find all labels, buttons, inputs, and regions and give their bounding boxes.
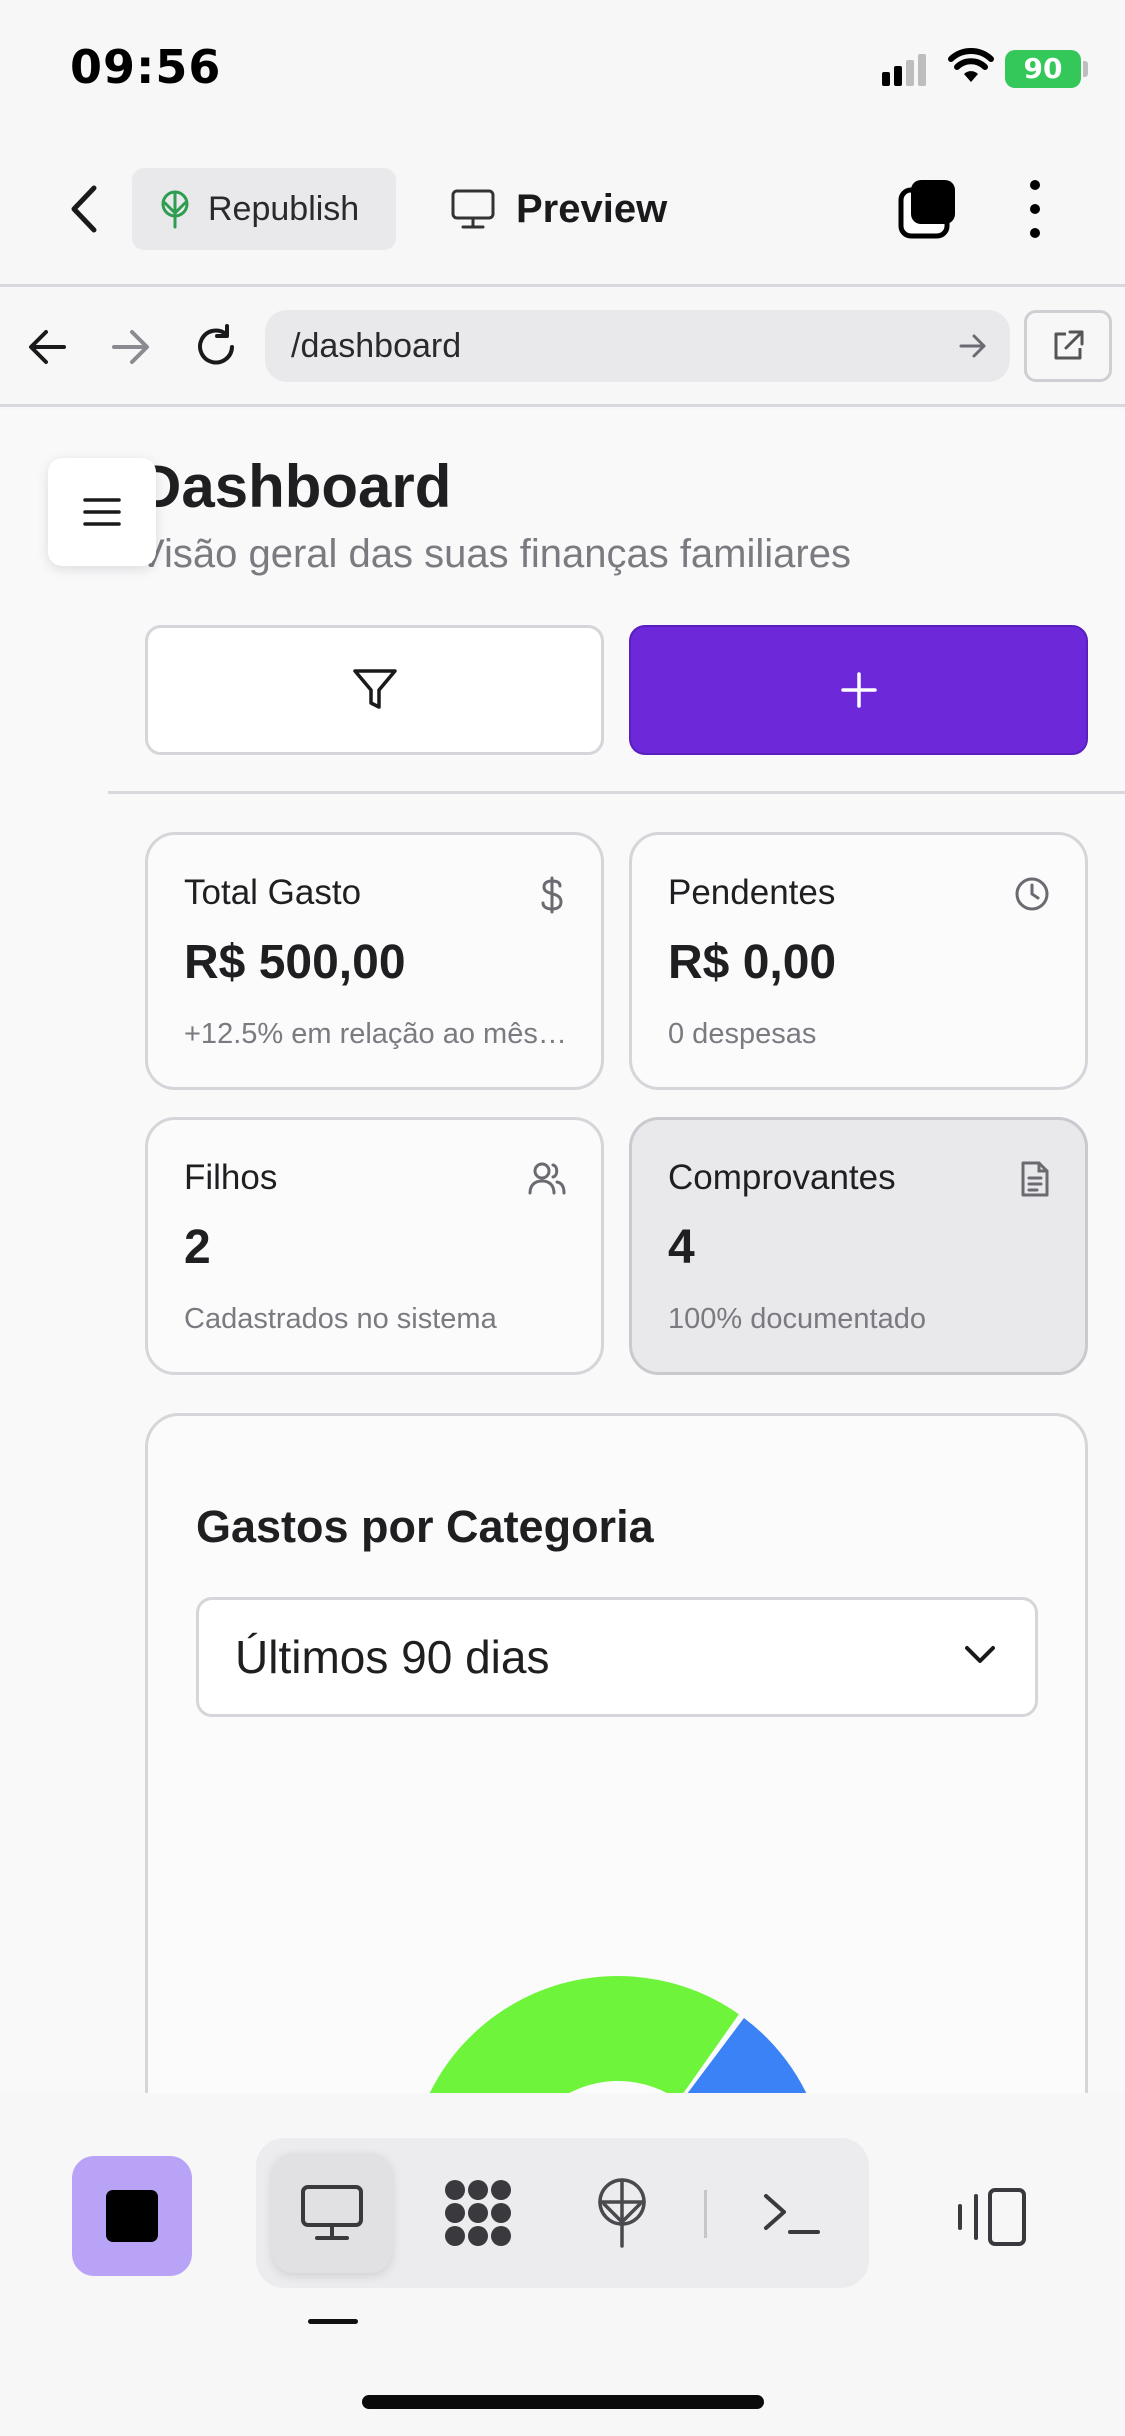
page-subtitle: Visão geral das suas finanças familiares [138,532,851,576]
republish-label: Republish [208,189,360,228]
stat-card-total-gasto[interactable]: Total Gasto R$ 500,00 +12.5% em relação … [145,832,604,1090]
terminal-icon [764,2194,820,2234]
stat-title: Pendentes [668,873,836,912]
battery-tip [1083,61,1088,77]
stat-description: Cadastrados no sistema [184,1303,497,1335]
users-icon [528,1162,566,1195]
flow-icon [445,2180,511,2246]
donut-slice[interactable] [408,1976,739,2093]
preview-tab[interactable]: Preview [450,168,667,250]
desktop-view-button[interactable] [272,2153,392,2273]
stat-value: R$ 0,00 [668,936,837,989]
console-view-button[interactable] [731,2153,851,2273]
stat-description: 100% documentado [668,1303,926,1335]
monitor-icon [301,2185,363,2240]
filter-button[interactable] [145,625,604,755]
battery-indicator: 90 [1005,50,1081,88]
monitor-icon [451,189,495,229]
tabs-switcher-icon[interactable] [896,177,960,241]
page-title: Dashboard [138,453,452,520]
url-bar[interactable]: /dashboard [265,310,1010,382]
add-button[interactable] [629,625,1088,755]
stat-value: 2 [184,1221,211,1274]
stop-icon [106,2190,158,2242]
flow-view-button[interactable] [418,2153,538,2273]
back-chevron-icon[interactable] [64,182,108,236]
url-text: /dashboard [291,326,462,365]
status-bar: 09:56 90 [0,0,1125,130]
status-time: 09:56 [70,40,222,94]
stat-card-comprovantes[interactable]: Comprovantes 4 100% documentado [629,1117,1088,1375]
more-options-icon[interactable] [1020,177,1050,241]
period-select[interactable]: Últimos 90 dias [196,1597,1038,1717]
cellular-signal-icon [882,54,926,86]
stat-title: Total Gasto [184,873,362,912]
section-divider [108,791,1125,794]
split-view-icon[interactable] [954,2186,1030,2248]
reload-icon[interactable] [192,323,240,371]
dollar-icon [541,876,563,914]
dock-view-switcher [256,2138,869,2288]
plus-icon [840,672,877,708]
hamburger-menu-button[interactable] [48,458,156,566]
stat-title: Filhos [184,1158,278,1197]
preview-label: Preview [516,186,668,231]
stop-button[interactable] [72,2156,192,2276]
browser-bar: /dashboard [0,287,1125,407]
chevron-down-icon [965,1646,995,1663]
deploy-icon [598,2178,646,2248]
stat-card-pendentes[interactable]: Pendentes R$ 0,00 0 despesas [629,832,1088,1090]
clock-icon [1015,877,1049,911]
chart-card: Gastos por Categoria Últimos 90 dias [145,1413,1088,2093]
stat-value: R$ 500,00 [184,936,406,989]
home-indicator [362,2395,764,2409]
active-dock-indicator [308,2319,358,2324]
republish-icon [161,190,189,229]
browser-forward-icon[interactable] [110,327,152,367]
external-link-icon [1054,330,1084,360]
stat-card-filhos[interactable]: Filhos 2 Cadastrados no sistema [145,1117,604,1375]
deploy-view-button[interactable] [562,2153,682,2273]
open-external-button[interactable] [1024,310,1112,382]
stat-description: 0 despesas [668,1018,817,1050]
go-arrow-icon[interactable] [958,332,988,360]
wifi-icon [948,48,994,82]
stat-value: 4 [668,1221,695,1274]
period-select-value: Últimos 90 dias [235,1631,550,1683]
chart-title: Gastos por Categoria [196,1501,654,1552]
app-toolbar: Republish Preview [0,130,1125,287]
bottom-dock [0,2093,1125,2436]
donut-chart [408,1976,807,2093]
filter-icon [352,669,397,709]
stat-title: Comprovantes [668,1158,896,1197]
hamburger-icon [83,498,121,526]
republish-button[interactable]: Republish [132,168,396,250]
document-icon [1021,1161,1049,1197]
stat-description: +12.5% em relação ao mês anterior [184,1018,574,1050]
dashboard-content: Dashboard Visão geral das suas finanças … [0,410,1125,2093]
browser-back-icon[interactable] [26,327,68,367]
dock-separator [704,2190,707,2238]
